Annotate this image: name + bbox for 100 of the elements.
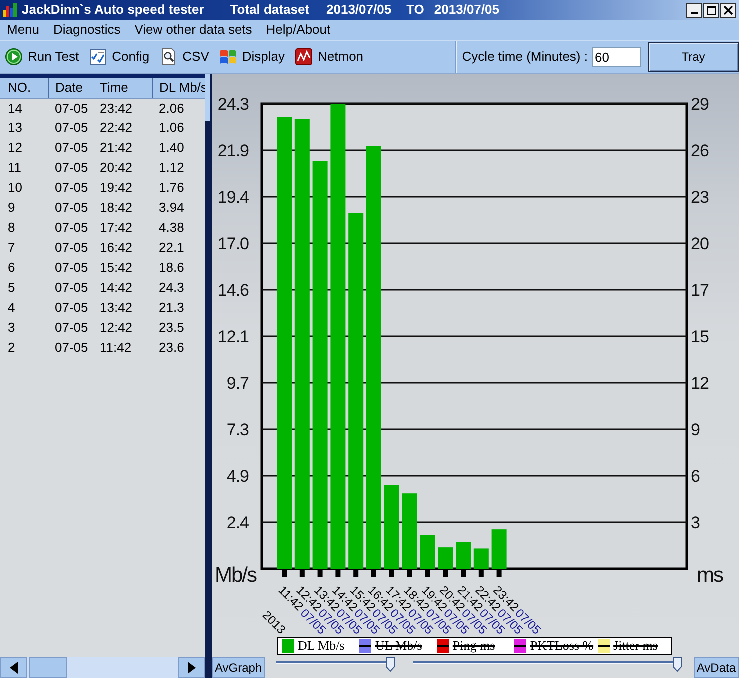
scrollbar-thumb[interactable] xyxy=(29,657,67,678)
bar xyxy=(420,535,436,569)
bar xyxy=(438,548,454,569)
legend-item[interactable]: Ping ms xyxy=(432,638,510,654)
table-cell-text: 1.06 xyxy=(158,119,186,138)
scrollbar-thumb[interactable] xyxy=(205,74,210,121)
close-button[interactable] xyxy=(720,2,736,18)
axis-title: ms xyxy=(697,564,723,587)
table-cell-text: 1.12 xyxy=(158,159,186,178)
menu-item[interactable]: Help/About xyxy=(259,20,338,40)
table-cell: 23:42 xyxy=(95,98,152,118)
axis-label: 12.1 xyxy=(218,328,249,346)
table-cell: 07-05 xyxy=(48,98,95,118)
axis-label: 3 xyxy=(691,514,700,532)
tick-mark xyxy=(425,569,430,577)
table-cell-text: 07-05 xyxy=(54,319,90,338)
slider-thumb[interactable] xyxy=(673,657,682,672)
axis-label: 9.7 xyxy=(226,374,249,393)
tick-mark xyxy=(461,569,466,577)
table-cell-text: 11:42 xyxy=(99,339,133,358)
menu-item[interactable]: Diagnostics xyxy=(46,20,128,40)
axis-title: Mb/s xyxy=(215,564,257,587)
axis-label: 12 xyxy=(691,374,709,393)
table-cell-text: 1.76 xyxy=(158,179,186,198)
table-cell-text: 07-05 xyxy=(54,299,90,318)
menu-item[interactable]: View other data sets xyxy=(128,20,260,40)
table-cell-text: 1.40 xyxy=(158,139,186,158)
axis-label: 19.4 xyxy=(218,188,249,207)
toolbar-button[interactable]: Run Test xyxy=(0,42,84,72)
axis-label: 17 xyxy=(691,281,709,300)
table-cell-text: 3 xyxy=(7,319,16,338)
bar xyxy=(492,530,507,569)
range-separator: TO xyxy=(406,1,424,20)
minimize-button[interactable] xyxy=(686,2,702,18)
document-search-icon xyxy=(160,48,178,66)
table-cell-text: 18:42 xyxy=(99,199,134,218)
column-header: Date xyxy=(48,78,95,98)
cycle-time-label: Cycle time (Minutes) : xyxy=(462,48,588,66)
right-arrow-icon xyxy=(188,662,196,674)
tick-mark xyxy=(336,569,341,577)
table-cell-text: 19:42 xyxy=(99,179,134,198)
tick-mark xyxy=(496,569,502,577)
scrollbar-track[interactable] xyxy=(0,657,205,678)
tick-mark xyxy=(282,569,287,577)
legend-item[interactable]: Jitter ms xyxy=(594,638,672,654)
table-cell-text: 11 xyxy=(7,159,22,178)
table-cell-text: 9 xyxy=(7,199,16,218)
slider-thumb[interactable] xyxy=(386,657,396,672)
table-cell-text: 2 xyxy=(7,339,16,358)
axis-label: 2.4 xyxy=(226,514,249,532)
table-cell-text: 4.38 xyxy=(158,219,186,238)
legend-item[interactable]: DL Mb/s xyxy=(278,638,356,654)
tick-mark xyxy=(389,569,394,577)
toolbar-button[interactable]: CSV xyxy=(154,42,214,72)
tick-mark xyxy=(300,569,305,577)
graph-tile-icon xyxy=(295,48,314,66)
toolbar-button[interactable]: Config xyxy=(84,42,155,72)
table-cell-text: 8 xyxy=(7,219,16,238)
avgraph-button[interactable]: AvGraph xyxy=(212,657,266,678)
axis-label: 29 xyxy=(691,95,709,114)
menu-item[interactable]: Menu xyxy=(0,20,47,40)
avdata-button[interactable]: AvData xyxy=(694,657,739,678)
axis-label: 24.3 xyxy=(218,95,249,114)
table-cell-text: 07-05 xyxy=(54,219,90,238)
table-cell-text: 23.6 xyxy=(158,339,186,358)
toolbar-button[interactable]: Display xyxy=(214,42,290,72)
table-cell-text: 18.6 xyxy=(158,259,186,278)
left-arrow-icon xyxy=(10,662,18,674)
legend-item[interactable]: PKTLoss % xyxy=(510,638,594,654)
scroll-right-button[interactable] xyxy=(178,657,205,678)
toolbar-button[interactable]: Netmon xyxy=(290,42,369,72)
table-cell-text: 07-05 xyxy=(54,259,90,278)
table-cell-text: 14:42 xyxy=(99,279,134,298)
legend-item[interactable]: UL Mb/s xyxy=(355,638,433,654)
column-header: Time xyxy=(95,78,152,98)
axis-label: 17.0 xyxy=(218,234,249,254)
axis-label: 26 xyxy=(691,142,709,160)
tick-mark xyxy=(318,569,323,577)
table-cell: 14 xyxy=(0,98,48,118)
table-cell-text: 17:42 xyxy=(99,219,134,238)
table-cell-text: 15:42 xyxy=(99,259,134,278)
axis-label: 9 xyxy=(691,420,700,440)
tray-button[interactable]: Tray xyxy=(648,42,739,72)
table-cell-text: 10 xyxy=(7,179,24,198)
table-cell-text: 24.3 xyxy=(158,279,186,298)
maximize-button[interactable] xyxy=(703,2,719,18)
tick-mark xyxy=(354,569,359,577)
tick-mark xyxy=(372,569,376,577)
table-cell-text: 22.1 xyxy=(158,239,186,258)
table-cell-text: 12 xyxy=(7,139,24,158)
axis-label: 4.9 xyxy=(226,467,249,486)
tick-mark xyxy=(478,569,484,577)
table-cell-text: 07-05 xyxy=(54,159,90,178)
scrollbar-track[interactable] xyxy=(205,74,212,678)
play-icon xyxy=(5,48,23,66)
table-cell-text: 07-05 xyxy=(54,199,90,218)
table-cell-text: 3.94 xyxy=(158,199,186,218)
cycle-time-input[interactable]: 60 xyxy=(592,47,641,67)
scroll-left-button[interactable] xyxy=(0,657,27,678)
bar-chart-icon xyxy=(2,2,18,18)
